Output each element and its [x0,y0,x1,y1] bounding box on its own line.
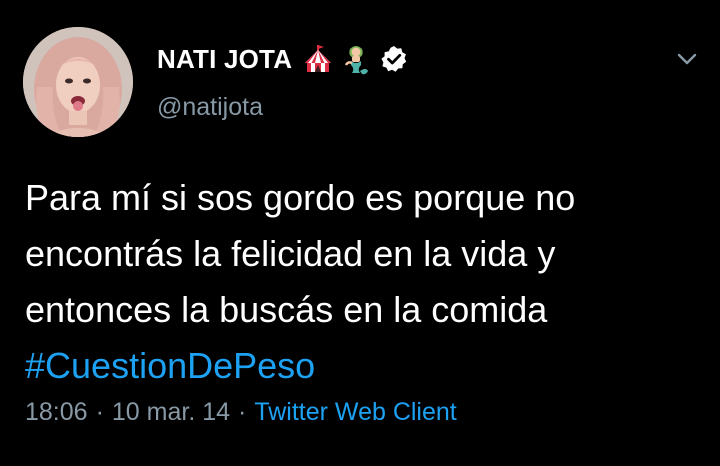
tweet-source-link[interactable]: Twitter Web Client [254,398,456,426]
author-handle[interactable]: @natijota [157,93,263,122]
tweet-text-line: Para mí si sos gordo es porque no [25,177,576,218]
tweet-text: Para mí si sos gordo es porque no encont… [25,170,710,394]
tweet-time[interactable]: 18:06 [25,398,88,426]
separator-dot: · [238,398,247,426]
tweet-date[interactable]: 10 mar. 14 [112,398,230,426]
separator-dot: · [95,398,104,426]
hashtag-link[interactable]: #CuestionDePeso [25,338,710,394]
tweet-metadata: 18:06 · 10 mar. 14 · Twitter Web Client [25,398,457,427]
mermaid-icon [340,43,372,75]
tweet-text-line: encontrás la felicidad en la vida y [25,233,556,274]
chevron-down-icon[interactable] [672,44,702,74]
verified-badge-icon [380,45,408,73]
author-name-row: NATI JOTA [157,42,408,76]
circus-tent-icon [302,43,334,75]
display-name[interactable]: NATI JOTA [157,44,292,75]
tweet-text-line: entonces la buscás en la comida [25,289,548,330]
avatar[interactable] [23,27,133,137]
tweet-card: NATI JOTA @natijota Para mí si sos gordo… [0,0,720,466]
